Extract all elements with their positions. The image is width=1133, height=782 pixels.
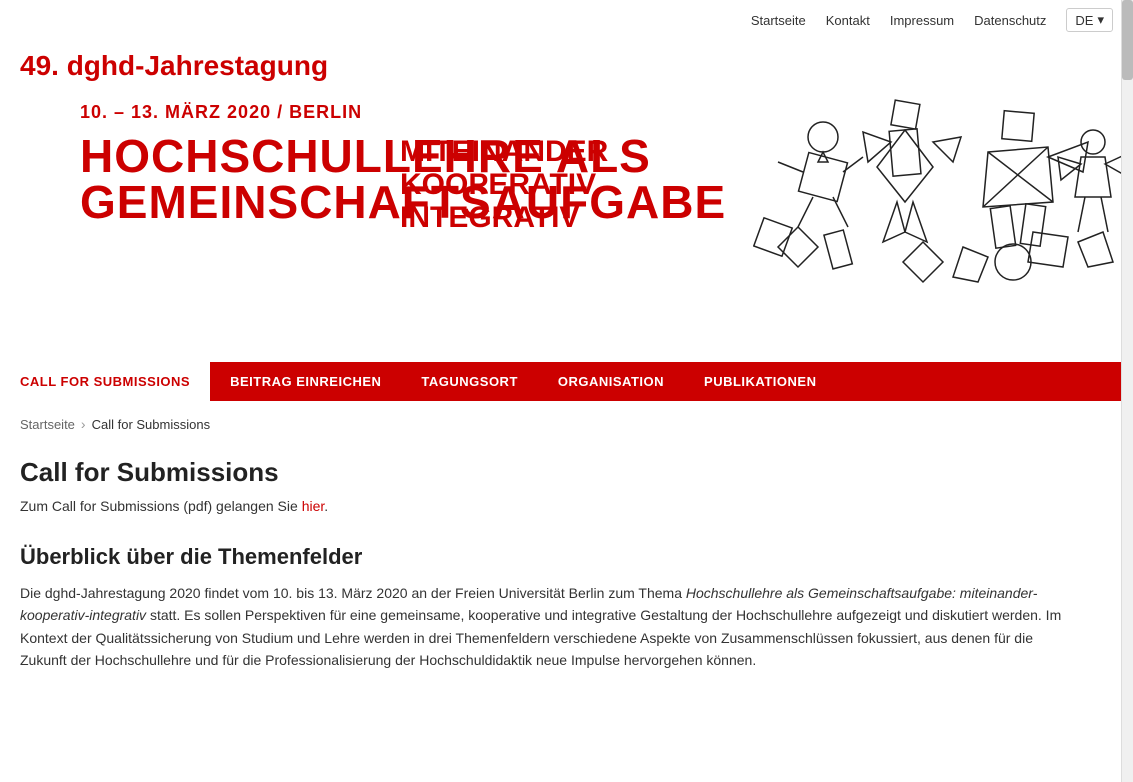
page-title: Call for Submissions (20, 457, 1080, 488)
nav-beitrag-einreichen[interactable]: BEITRAG EINREICHEN (210, 362, 401, 401)
banner: 10. – 13. MÄRZ 2020 / BERLIN HOCHSCHULLE… (0, 82, 1133, 362)
body-text-before: Die dghd-Jahrestagung 2020 findet vom 10… (20, 585, 686, 601)
nav-kontakt[interactable]: Kontakt (826, 13, 870, 28)
nav-publikationen[interactable]: PUBLIKATIONEN (684, 362, 836, 401)
chevron-down-icon: ▾ (1097, 12, 1104, 28)
body-text: Die dghd-Jahrestagung 2020 findet vom 10… (20, 582, 1080, 672)
language-selector[interactable]: DE ▾ (1066, 8, 1113, 32)
pdf-link[interactable]: hier (302, 498, 325, 514)
pdf-link-paragraph: Zum Call for Submissions (pdf) gelangen … (20, 498, 1080, 514)
breadcrumb-current: Call for Submissions (92, 417, 211, 432)
nav-organisation[interactable]: ORGANISATION (538, 362, 684, 401)
breadcrumb-home[interactable]: Startseite (20, 417, 75, 432)
main-navigation: CALL FOR SUBMISSIONS BEITRAG EINREICHEN … (0, 362, 1133, 401)
lang-label: DE (1075, 13, 1093, 28)
nav-call-for-submissions[interactable]: CALL FOR SUBMISSIONS (0, 362, 210, 401)
scrollbar-thumb[interactable] (1122, 0, 1133, 80)
nav-startseite[interactable]: Startseite (751, 13, 806, 28)
site-title: 49. dghd-Jahrestagung (0, 40, 1133, 82)
main-content: Call for Submissions Zum Call for Submis… (0, 447, 1100, 692)
breadcrumb-separator: › (81, 416, 86, 432)
breadcrumb: Startseite › Call for Submissions (0, 401, 1133, 447)
nav-impressum[interactable]: Impressum (890, 13, 954, 28)
pdf-text-after: . (324, 498, 328, 514)
nav-datenschutz[interactable]: Datenschutz (974, 13, 1046, 28)
banner-graphic (753, 92, 1133, 352)
pdf-text-before: Zum Call for Submissions (pdf) gelangen … (20, 498, 302, 514)
body-text-after: statt. Es sollen Perspektiven für eine g… (20, 607, 1061, 668)
nav-tagungsort[interactable]: TAGUNGSORT (401, 362, 537, 401)
top-navigation: Startseite Kontakt Impressum Datenschutz… (0, 0, 1133, 40)
section-title-themenfelder: Überblick über die Themenfelder (20, 544, 1080, 570)
scrollbar[interactable] (1121, 0, 1133, 782)
